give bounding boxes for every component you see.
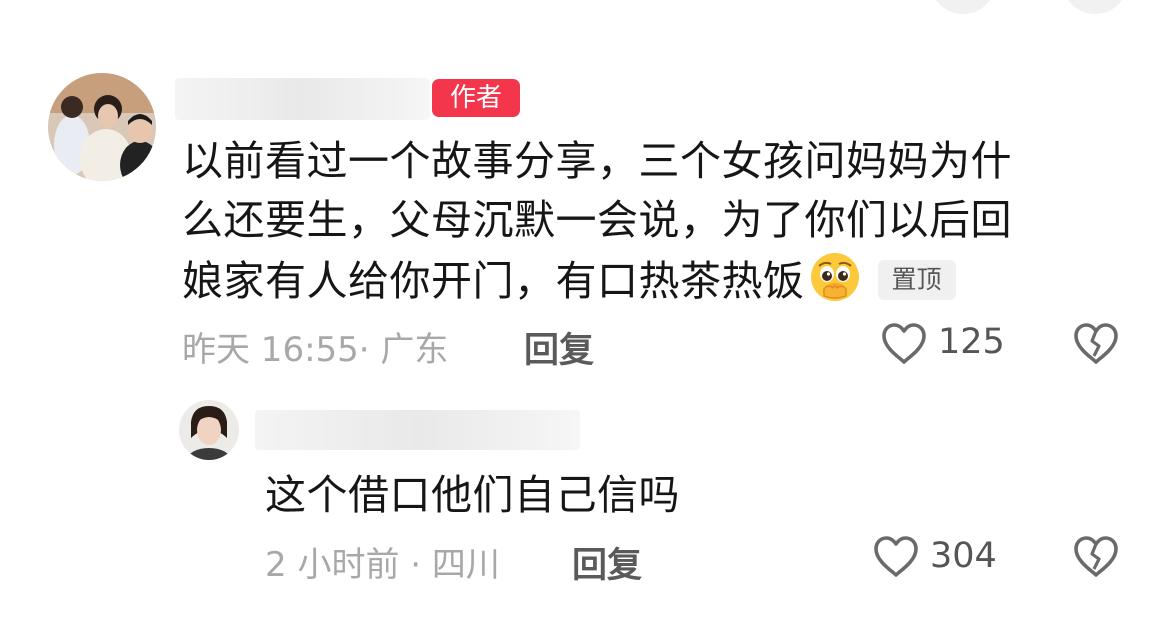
comment-text: 以前看过一个故事分享，三个女孩问妈妈为什 么还要生，父母沉默一会说，为了你们以后…: [182, 132, 1122, 311]
top-action-button-2[interactable]: [1062, 0, 1128, 14]
reply-time-location: 2 小时前 · 四川: [265, 545, 500, 585]
reply-author-avatar[interactable]: [179, 400, 239, 460]
comment-text-line-3: 娘家有人给你开门，有口热茶热饭 置顶: [182, 250, 1122, 311]
reply-author-name-blurred[interactable]: [255, 410, 580, 450]
broken-heart-icon: [1074, 536, 1118, 577]
comment-text-line-2: 么还要生，父母沉默一会说，为了你们以后回: [182, 196, 1012, 244]
top-action-button-1[interactable]: [930, 0, 996, 14]
pleading-face-icon: [808, 250, 862, 304]
reply-like-count: 304: [930, 536, 997, 576]
comment-time-location: 昨天 16:55· 广东: [182, 330, 449, 370]
broken-heart-icon: [1074, 323, 1118, 364]
comment-author-avatar[interactable]: [48, 73, 156, 181]
heart-icon: [874, 536, 918, 577]
author-badge: 作者: [432, 79, 520, 117]
reply-like-button[interactable]: [872, 535, 920, 579]
comment-reply-button[interactable]: 回复: [524, 322, 594, 373]
comment-text-line-3-text: 娘家有人给你开门，有口热茶热饭: [182, 257, 805, 305]
comment-like-button[interactable]: [880, 322, 928, 366]
reply-dislike-button[interactable]: [1072, 535, 1120, 579]
pinned-badge: 置顶: [877, 260, 956, 300]
heart-icon: [882, 323, 926, 364]
comment-dislike-button[interactable]: [1072, 322, 1120, 366]
reply-reply-button[interactable]: 回复: [572, 537, 642, 588]
comment-like-count: 125: [938, 322, 1005, 362]
reply-text: 这个借口他们自己信吗: [265, 471, 680, 519]
comment-text-line-1: 以前看过一个故事分享，三个女孩问妈妈为什: [182, 137, 1012, 185]
comment-author-name-blurred[interactable]: [175, 78, 430, 120]
